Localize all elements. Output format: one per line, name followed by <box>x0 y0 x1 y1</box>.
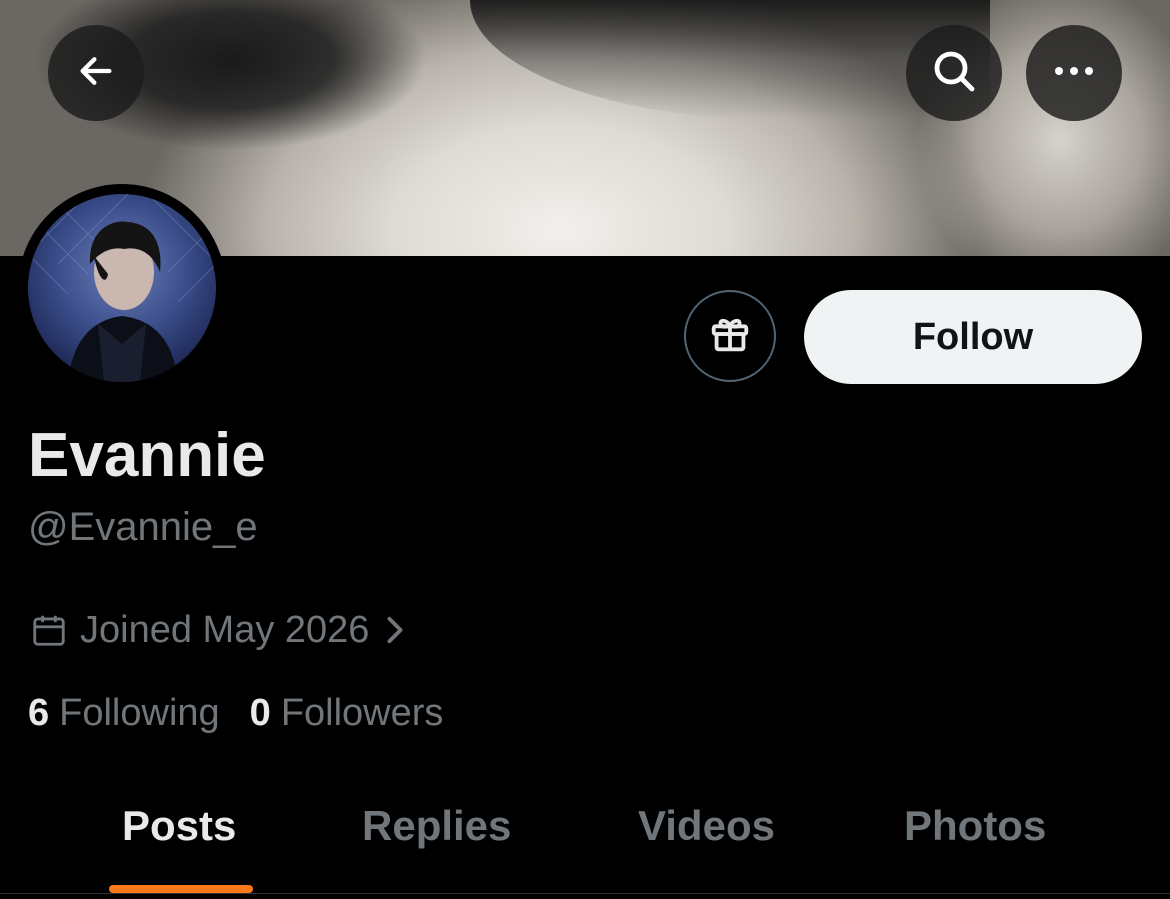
user-handle: @Evannie_e <box>28 505 258 549</box>
tab-videos[interactable]: Videos <box>638 802 775 850</box>
back-button[interactable] <box>48 25 144 121</box>
tab-posts[interactable]: Posts <box>122 802 236 850</box>
arrow-left-icon <box>76 51 116 96</box>
tab-photos[interactable]: Photos <box>904 802 1046 850</box>
followers-link[interactable]: 0 Followers <box>250 692 444 735</box>
calendar-icon <box>30 611 68 649</box>
tabs-divider <box>0 893 1170 894</box>
followers-label: Followers <box>280 692 444 734</box>
active-tab-indicator <box>109 885 253 893</box>
following-count: 6 <box>28 692 50 734</box>
following-link[interactable]: 6 Following <box>28 692 220 735</box>
chevron-right-icon <box>383 615 407 645</box>
following-label: Following <box>59 692 220 734</box>
followers-count: 0 <box>249 692 271 734</box>
search-button[interactable] <box>906 25 1002 121</box>
follow-button[interactable]: Follow <box>804 290 1142 384</box>
display-name: Evannie <box>28 421 266 490</box>
gift-button[interactable] <box>684 290 776 382</box>
more-options-button[interactable] <box>1026 25 1122 121</box>
follow-counts: 6 Following 0 Followers <box>28 692 473 735</box>
joined-date-row[interactable]: Joined May 2026 <box>30 606 407 654</box>
profile-tabs: Posts Replies Videos Photos <box>0 780 1170 892</box>
joined-date: Joined May 2026 <box>80 608 370 651</box>
more-horizontal-icon <box>1052 64 1096 82</box>
avatar-frame <box>18 184 226 392</box>
tab-replies[interactable]: Replies <box>362 802 511 850</box>
search-icon <box>930 47 978 100</box>
avatar[interactable] <box>28 194 216 382</box>
gift-icon <box>707 311 753 362</box>
